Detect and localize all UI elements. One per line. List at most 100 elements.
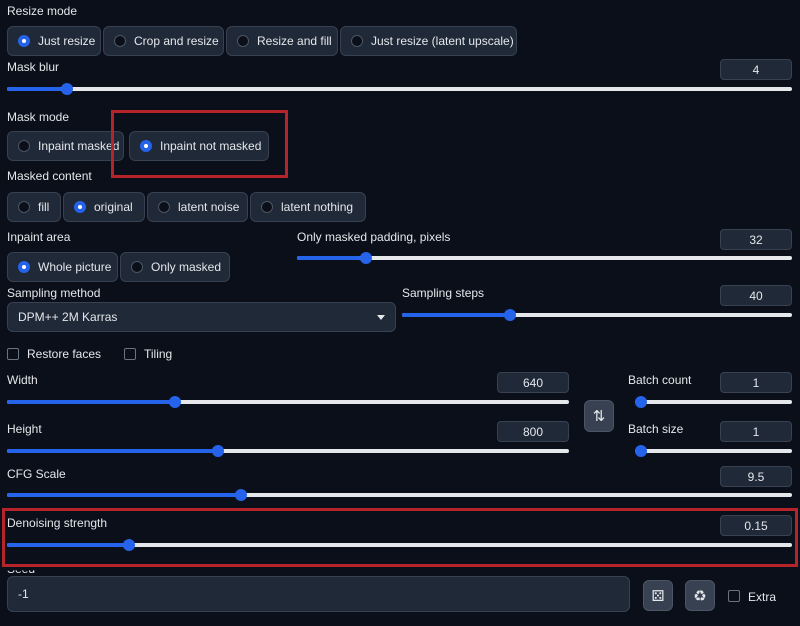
radio-label: Inpaint not masked <box>160 139 262 153</box>
radio-indicator <box>114 35 126 47</box>
recycle-icon: ♻ <box>693 587 707 605</box>
radio-label: latent noise <box>178 200 240 214</box>
slider-fill <box>297 256 362 260</box>
radio-original[interactable]: original <box>63 192 145 222</box>
slider-fill <box>7 87 62 91</box>
width-slider[interactable] <box>7 396 569 408</box>
slider-track <box>7 87 792 91</box>
cfg-scale-input[interactable]: 9.5 <box>720 466 792 487</box>
radio-inpaint-not-masked[interactable]: Inpaint not masked <box>129 131 269 161</box>
restore-faces-checkbox[interactable] <box>7 348 19 360</box>
sampling-steps-slider[interactable] <box>402 309 792 321</box>
batch-size-input[interactable]: 1 <box>720 421 792 442</box>
denoising-strength-slider[interactable] <box>7 539 792 551</box>
radio-indicator <box>18 140 30 152</box>
batch-count-input[interactable]: 1 <box>720 372 792 393</box>
highlight-box <box>2 508 798 567</box>
mask-mode-label: Mask mode <box>7 110 70 124</box>
slider-thumb[interactable] <box>212 445 225 457</box>
radio-selected-indicator <box>18 261 30 273</box>
tiling-label: Tiling <box>144 347 173 361</box>
tiling-checkbox[interactable] <box>124 348 136 360</box>
slider-fill <box>7 449 217 453</box>
denoising-strength-label: Denoising strength <box>7 516 108 530</box>
radio-selected-indicator <box>18 35 30 47</box>
mask-blur-input[interactable]: 4 <box>720 59 792 80</box>
sampling-steps-label: Sampling steps <box>402 286 485 300</box>
radio-resize-and-fill[interactable]: Resize and fill <box>226 26 338 56</box>
cfg-scale-slider[interactable] <box>7 489 792 501</box>
radio-indicator <box>18 201 30 213</box>
slider-thumb[interactable] <box>635 445 647 457</box>
radio-indicator <box>351 35 363 47</box>
radio-label: latent nothing <box>281 200 354 214</box>
radio-fill[interactable]: fill <box>7 192 61 222</box>
radio-indicator <box>131 261 143 273</box>
radio-indicator <box>158 201 170 213</box>
slider-thumb[interactable] <box>235 489 248 501</box>
chevron-down-icon <box>377 314 385 320</box>
slider-track <box>635 449 792 453</box>
masked-content-label: Masked content <box>7 169 92 183</box>
slider-fill <box>7 493 239 497</box>
slider-track <box>635 400 792 404</box>
radio-latent-noise[interactable]: latent noise <box>147 192 248 222</box>
only-masked-padding-label: Only masked padding, pixels <box>297 230 451 244</box>
radio-crop-and-resize[interactable]: Crop and resize <box>103 26 224 56</box>
radio-label: fill <box>38 200 50 214</box>
sampling-method-value: DPM++ 2M Karras <box>18 310 118 324</box>
batch-size-slider[interactable] <box>635 445 792 457</box>
sampling-method-label: Sampling method <box>7 286 101 300</box>
denoising-strength-input[interactable]: 0.15 <box>720 515 792 536</box>
radio-just-resize[interactable]: Just resize <box>7 26 101 56</box>
sampling-method-dropdown[interactable]: DPM++ 2M Karras <box>7 302 396 332</box>
radio-label: Whole picture <box>38 260 112 274</box>
height-input[interactable]: 800 <box>497 421 569 442</box>
slider-thumb[interactable] <box>635 396 647 408</box>
swap-arrows-icon: ⇅ <box>592 408 606 425</box>
slider-fill <box>7 543 125 547</box>
extra-checkbox[interactable] <box>728 590 740 602</box>
inpaint-area-label: Inpaint area <box>7 230 71 244</box>
radio-just-resize-latent-upscale[interactable]: Just resize (latent upscale) <box>340 26 517 56</box>
extra-label: Extra <box>748 590 777 604</box>
dice-icon: ⚄ <box>651 587 665 605</box>
restore-faces-label: Restore faces <box>27 347 102 361</box>
seed-input[interactable]: -1 <box>7 576 630 612</box>
cfg-scale-label: CFG Scale <box>7 467 66 481</box>
seed-label: Seed <box>7 562 36 576</box>
radio-label: Inpaint masked <box>38 139 120 153</box>
radio-label: Just resize (latent upscale) <box>371 34 514 48</box>
batch-count-label: Batch count <box>628 373 692 387</box>
radio-latent-nothing[interactable]: latent nothing <box>250 192 366 222</box>
radio-only-masked[interactable]: Only masked <box>120 252 230 282</box>
width-label: Width <box>7 373 38 387</box>
only-masked-padding-slider[interactable] <box>297 252 792 264</box>
height-slider[interactable] <box>7 445 569 457</box>
width-input[interactable]: 640 <box>497 372 569 393</box>
resize-mode-label: Resize mode <box>7 4 78 18</box>
random-seed-button[interactable]: ⚄ <box>643 580 673 611</box>
slider-thumb[interactable] <box>504 309 517 321</box>
radio-inpaint-masked[interactable]: Inpaint masked <box>7 131 124 161</box>
mask-blur-slider[interactable] <box>7 83 792 95</box>
radio-label: Crop and resize <box>134 34 219 48</box>
slider-thumb[interactable] <box>122 539 135 551</box>
slider-thumb[interactable] <box>61 83 74 95</box>
radio-whole-picture[interactable]: Whole picture <box>7 252 118 282</box>
height-label: Height <box>7 422 42 436</box>
sampling-steps-input[interactable]: 40 <box>720 285 792 306</box>
slider-thumb[interactable] <box>169 396 182 408</box>
slider-thumb[interactable] <box>359 252 372 264</box>
only-masked-padding-input[interactable]: 32 <box>720 229 792 250</box>
radio-selected-indicator <box>74 201 86 213</box>
radio-label: Only masked <box>151 260 222 274</box>
radio-indicator <box>261 201 273 213</box>
slider-fill <box>402 313 508 317</box>
slider-fill <box>7 400 173 404</box>
radio-label: original <box>94 200 133 214</box>
radio-indicator <box>237 35 249 47</box>
swap-dimensions-button[interactable]: ⇅ <box>584 400 614 432</box>
reuse-seed-button[interactable]: ♻ <box>685 580 715 611</box>
batch-count-slider[interactable] <box>635 396 792 408</box>
